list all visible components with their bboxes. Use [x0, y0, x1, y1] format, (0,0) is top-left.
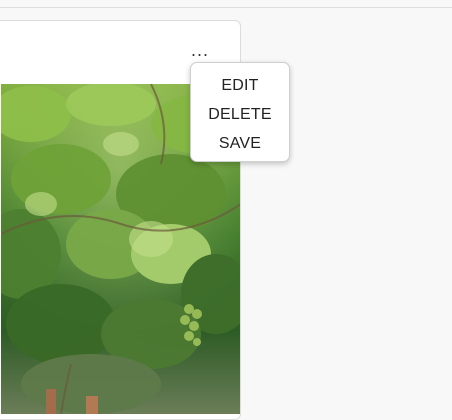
menu-item-edit[interactable]: EDIT — [191, 75, 289, 104]
menu-item-delete[interactable]: DELETE — [191, 104, 289, 133]
options-menu: EDIT DELETE SAVE — [190, 62, 290, 162]
menu-item-save[interactable]: SAVE — [191, 133, 289, 162]
more-options-button[interactable]: ... — [187, 41, 213, 59]
top-divider — [0, 7, 452, 8]
